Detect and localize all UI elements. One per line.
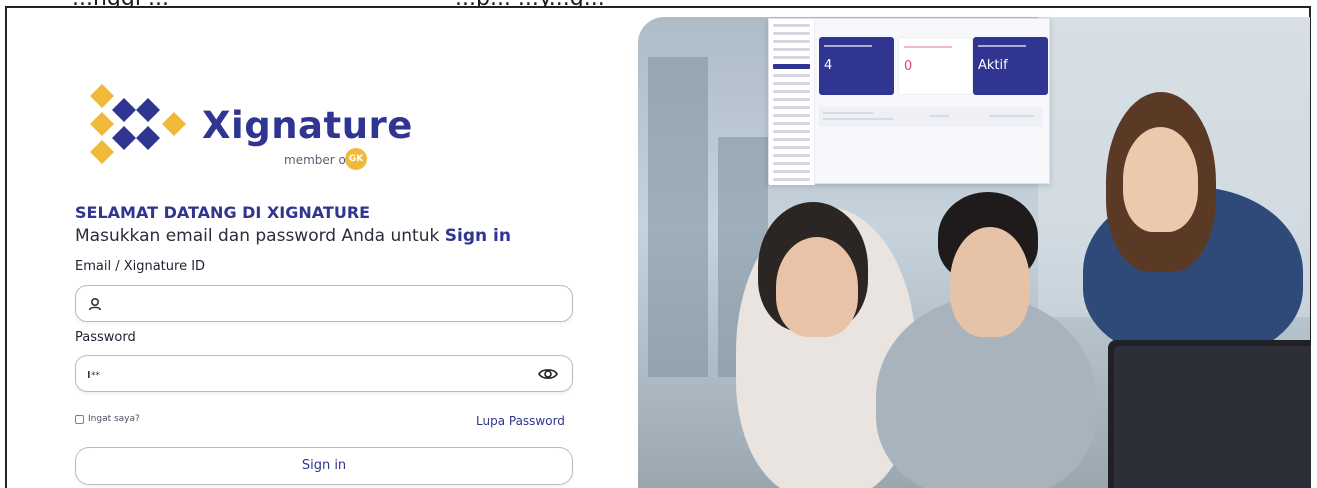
remember-me-checkbox[interactable]: Ingat saya? [75,414,140,424]
member-badge-icon: GK [345,148,367,170]
dashboard-card-value: Aktif [978,58,1008,73]
dashboard-preview-table [819,107,1043,127]
login-subtitle-text: Masukkan email dan password Anda untuk [75,226,445,246]
sign-in-button[interactable]: Sign in [75,447,573,485]
checkbox-box-icon[interactable] [75,414,84,424]
email-field[interactable] [75,285,573,322]
password-dots-icon: ** [88,371,101,381]
svg-text:**: ** [91,371,101,381]
dashboard-card-value: 0 [904,59,913,74]
user-icon [88,297,102,311]
forgot-password-link[interactable]: Lupa Password [476,414,565,428]
dashboard-card-value: 4 [824,58,833,73]
login-subtitle-emphasis: Sign in [444,226,511,246]
email-label: Email / Xignature ID [75,259,206,274]
photo-person-left-face [776,237,858,337]
login-subtitle: Masukkan email dan password Anda untuk S… [75,226,511,246]
photo-laptop [1108,340,1311,488]
dashboard-preview-sidebar [769,19,815,185]
xignature-logo: Xignature member of GK [88,84,412,174]
remember-me-label: Ingat saya? [88,414,140,424]
member-of-label: member of [284,153,351,167]
photo-person-center-face [950,227,1030,337]
frame-border-top [5,6,1311,8]
photo-person-right-face [1123,127,1198,232]
dashboard-preview-card: 4 [819,37,894,95]
password-field[interactable]: ** [75,355,573,392]
show-password-eye-icon[interactable] [538,365,558,383]
photo-building [648,57,708,377]
welcome-title: SELAMAT DATANG DI XIGNATURE [75,203,371,222]
xignature-diamond-mark-icon [90,84,186,164]
dashboard-preview: 4 0 Aktif [768,18,1050,185]
dashboard-preview-card: 0 [898,37,973,95]
password-label: Password [75,330,136,345]
dashboard-preview-card: Aktif [973,37,1048,95]
frame-border-left [5,6,7,488]
brand-name: Xignature [202,104,413,147]
